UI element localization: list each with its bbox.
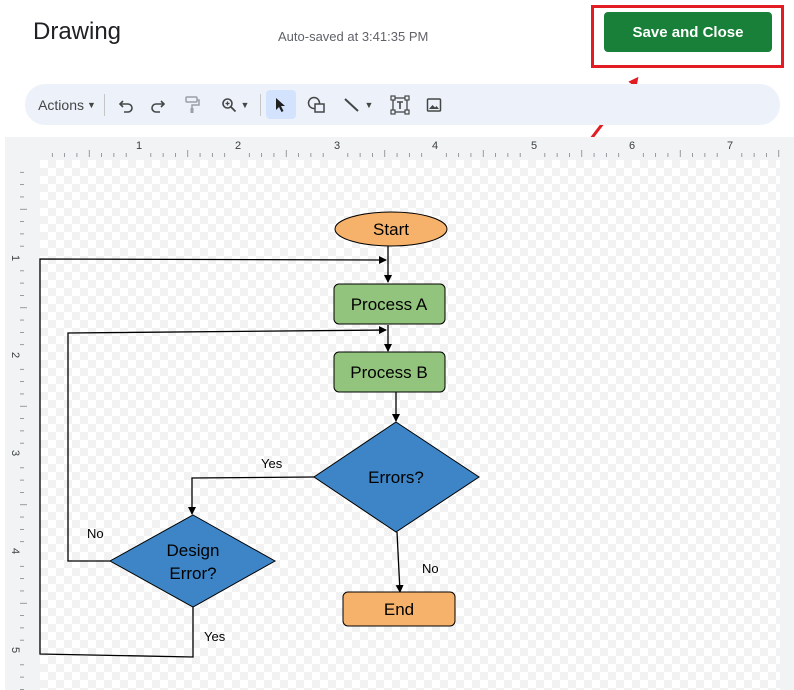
errors-label: Errors? (368, 468, 424, 487)
no-label-design: No (87, 526, 104, 541)
design-error-decision[interactable]: Design Error? (108, 514, 277, 608)
end-terminal[interactable]: End (342, 591, 456, 627)
design-error-label-line1: Design (167, 541, 220, 560)
process-b-box[interactable]: Process B (333, 351, 446, 393)
yes-label-errors: Yes (261, 456, 283, 471)
process-a-box[interactable]: Process A (333, 283, 446, 325)
yes-label-design: Yes (204, 629, 226, 644)
flowchart: Start Process A Process B Errors? Design… (39, 211, 480, 658)
end-label: End (384, 600, 414, 619)
start-label: Start (373, 220, 409, 239)
connector-errors-no-to-end (395, 531, 404, 593)
start-terminal[interactable]: Start (334, 211, 448, 247)
no-label-errors: No (422, 561, 439, 576)
errors-decision[interactable]: Errors? (313, 421, 480, 533)
process-b-label: Process B (350, 363, 427, 382)
design-error-label-line2: Error? (169, 564, 216, 583)
process-a-label: Process A (351, 295, 428, 314)
connector-errors-yes-to-design (188, 476, 315, 515)
